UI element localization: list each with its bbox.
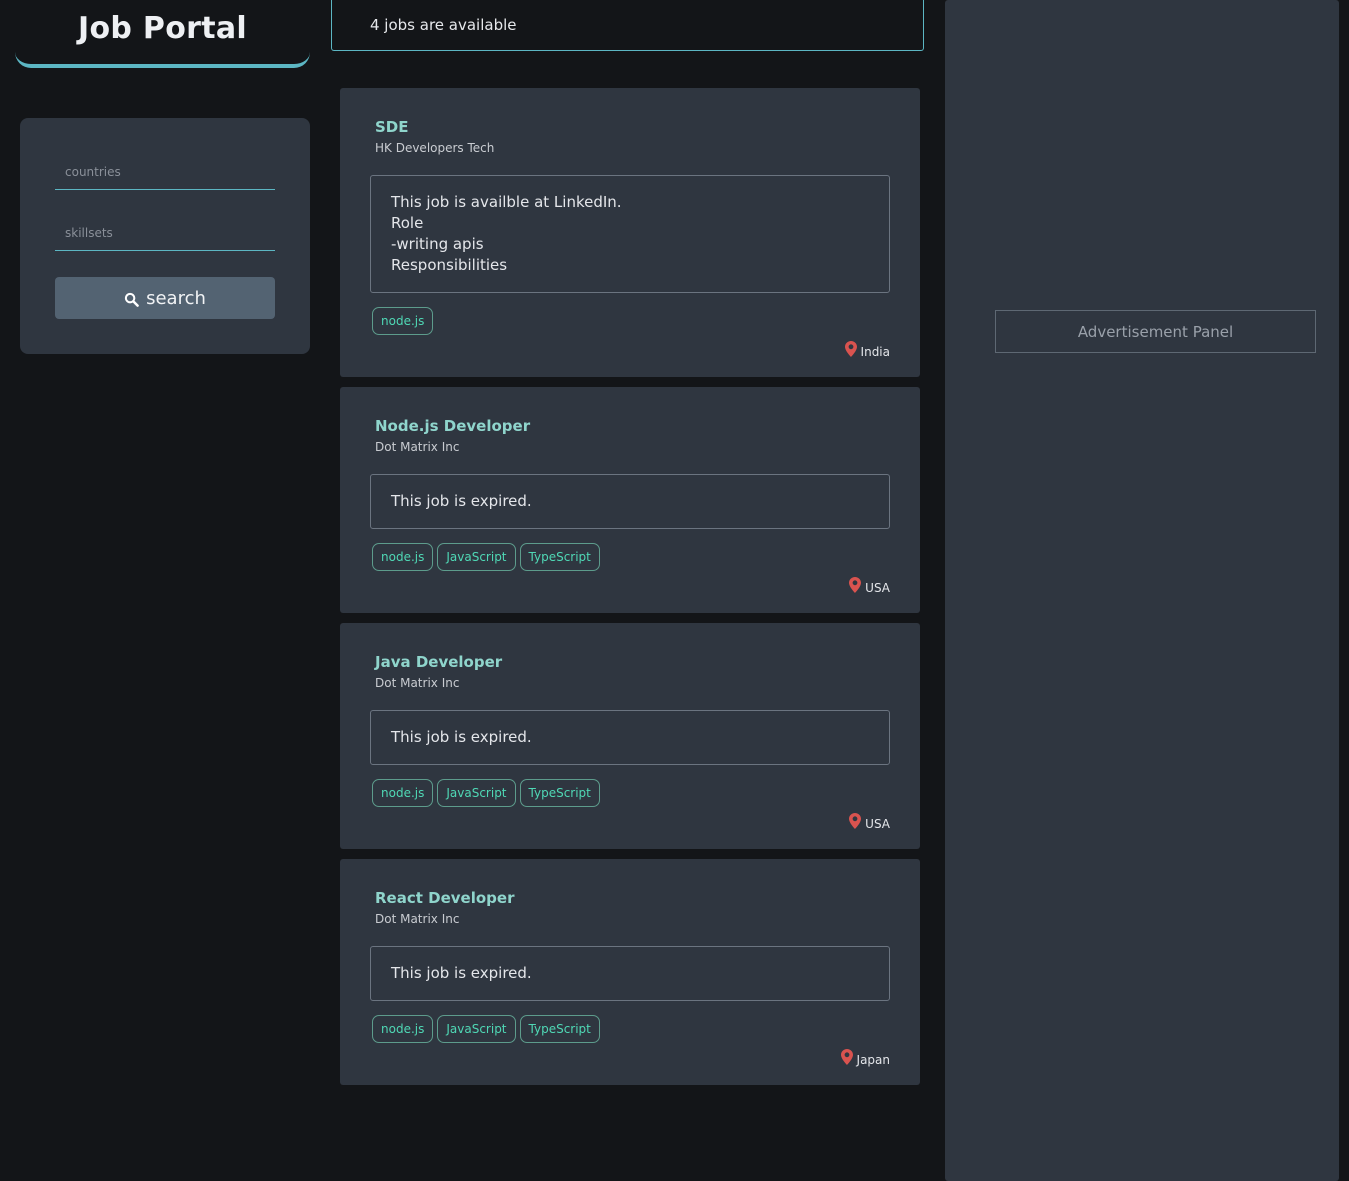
job-card[interactable]: Node.js Developer Dot Matrix Inc This jo… (340, 387, 920, 613)
skill-tag[interactable]: node.js (372, 1015, 434, 1043)
job-company: Dot Matrix Inc (375, 676, 460, 690)
jobs-count-text: 4 jobs are available (370, 16, 517, 34)
skill-tag[interactable]: TypeScript (519, 779, 600, 807)
map-pin-icon (840, 1049, 853, 1065)
job-description: This job is availble at LinkedIn. Role -… (370, 175, 890, 293)
countries-input[interactable] (55, 154, 275, 190)
skill-tag[interactable]: TypeScript (519, 543, 600, 571)
advertisement-panel: Advertisement Panel (995, 310, 1316, 353)
skillsets-input[interactable] (55, 215, 275, 251)
job-location-text: India (860, 345, 890, 359)
search-panel: search (20, 118, 310, 354)
page: Job Portal search 4 jobs are available S… (0, 0, 1349, 1181)
job-company: HK Developers Tech (375, 141, 495, 155)
job-title[interactable]: React Developer (375, 889, 890, 907)
job-tags: node.js JavaScript TypeScript (370, 543, 890, 571)
skill-tag[interactable]: node.js (372, 307, 434, 335)
job-tags: node.js JavaScript TypeScript (370, 779, 890, 807)
job-company: Dot Matrix Inc (375, 440, 460, 454)
job-location-text: USA (865, 581, 890, 595)
search-button[interactable]: search (55, 277, 275, 319)
advertisement-column: Advertisement Panel (945, 0, 1339, 1181)
job-location: USA (370, 813, 890, 831)
skill-tag[interactable]: JavaScript (437, 543, 516, 571)
brand-title: Job Portal (78, 10, 247, 46)
map-pin-icon (849, 577, 862, 593)
job-company: Dot Matrix Inc (375, 912, 460, 926)
search-button-label: search (146, 287, 206, 309)
skill-tag[interactable]: node.js (372, 779, 434, 807)
job-title[interactable]: SDE (375, 118, 890, 136)
job-tags: node.js JavaScript TypeScript (370, 1015, 890, 1043)
jobs-count-bar: 4 jobs are available (331, 0, 924, 51)
skill-tag[interactable]: JavaScript (437, 1015, 516, 1043)
job-title[interactable]: Node.js Developer (375, 417, 890, 435)
job-title[interactable]: Java Developer (375, 653, 890, 671)
job-description: This job is expired. (370, 946, 890, 1001)
map-pin-icon (844, 341, 857, 357)
brand-header: Job Portal (15, 0, 310, 68)
job-card[interactable]: Java Developer Dot Matrix Inc This job i… (340, 623, 920, 849)
job-tags: node.js (370, 307, 890, 335)
skill-tag[interactable]: TypeScript (519, 1015, 600, 1043)
search-icon (124, 291, 139, 307)
skill-tag[interactable]: node.js (372, 543, 434, 571)
job-location: Japan (370, 1049, 890, 1067)
skill-tag[interactable]: JavaScript (437, 779, 516, 807)
map-pin-icon (849, 813, 862, 829)
job-card[interactable]: React Developer Dot Matrix Inc This job … (340, 859, 920, 1085)
job-location: India (370, 341, 890, 359)
job-description: This job is expired. (370, 474, 890, 529)
job-list: SDE HK Developers Tech This job is avail… (340, 88, 920, 1095)
job-description: This job is expired. (370, 710, 890, 765)
job-location: USA (370, 577, 890, 595)
job-location-text: USA (865, 817, 890, 831)
advertisement-label: Advertisement Panel (1077, 322, 1234, 341)
job-card[interactable]: SDE HK Developers Tech This job is avail… (340, 88, 920, 377)
job-location-text: Japan (856, 1053, 890, 1067)
